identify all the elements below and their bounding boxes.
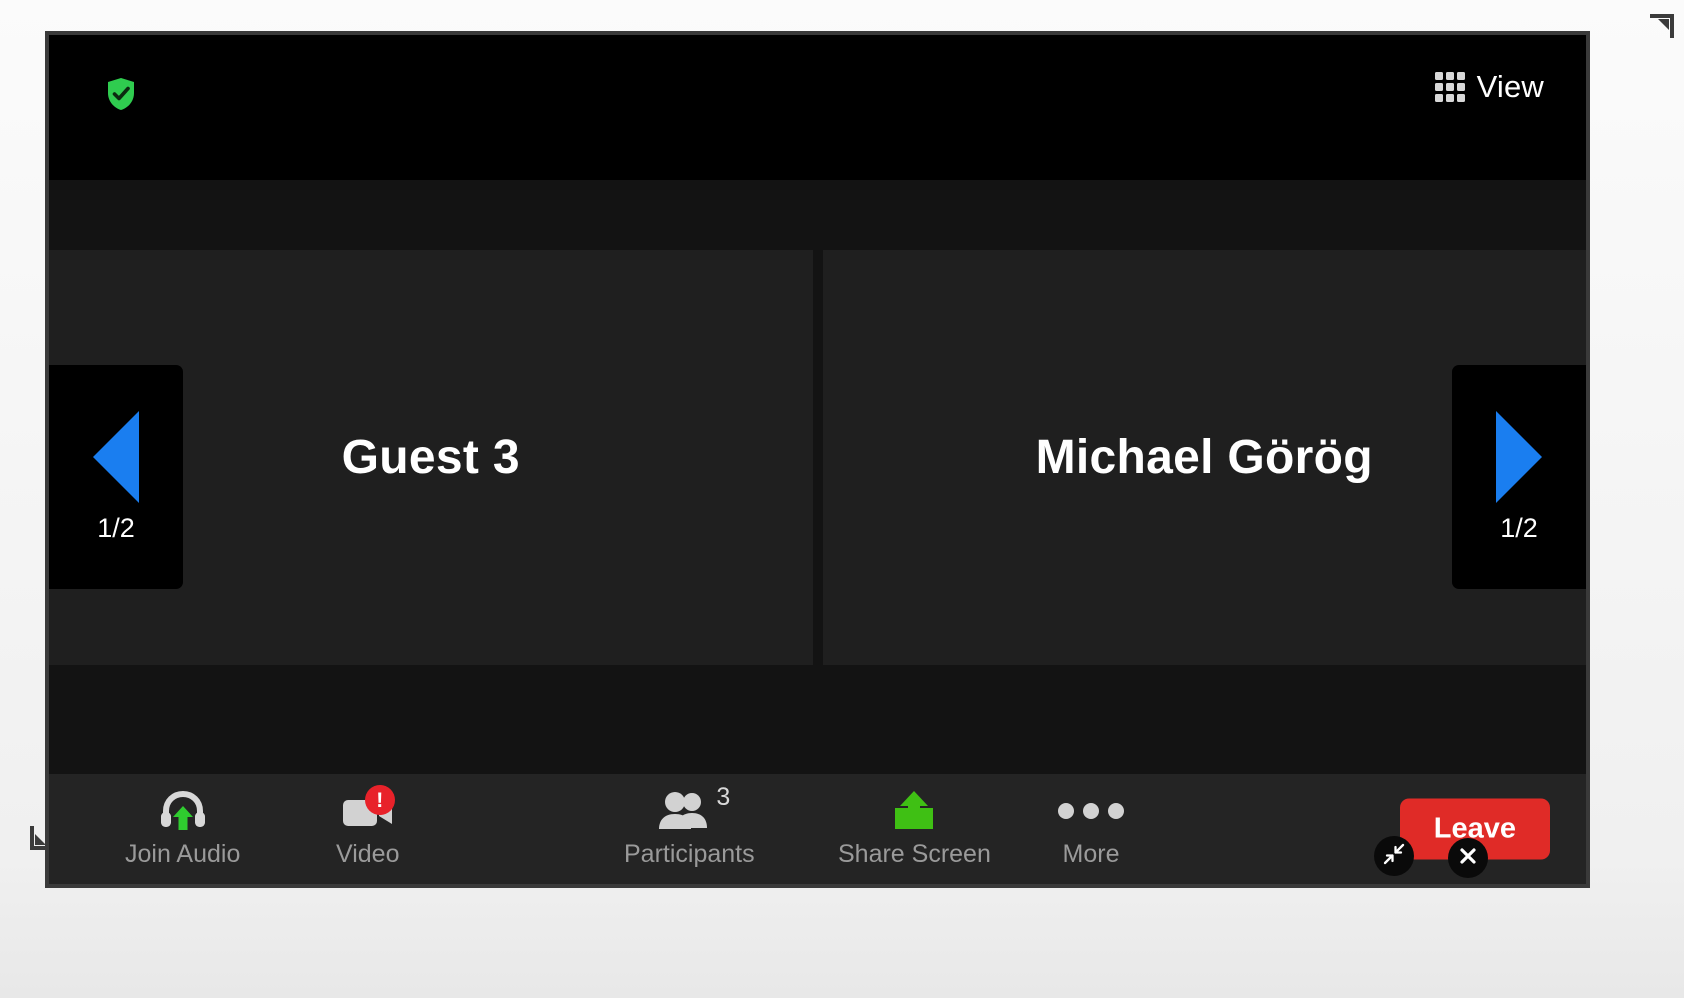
participant-tile-row: Guest 3 Michael Görög — [49, 250, 1586, 665]
headset-up-arrow-icon — [152, 789, 214, 833]
share-screen-up-arrow-icon — [883, 789, 945, 833]
participant-name: Guest 3 — [341, 431, 520, 484]
participants-button[interactable]: 3 Participants — [610, 774, 769, 884]
video-alert-badge: ! — [364, 785, 395, 815]
meeting-top-bar: View — [49, 35, 1586, 180]
grid-view-icon — [1434, 72, 1465, 102]
video-stage: Guest 3 Michael Görög 1/2 1/2 — [49, 180, 1586, 774]
desktop-background: View Guest 3 Michael Görög 1/2 1/2 Join … — [0, 0, 1684, 998]
video-label: Video — [336, 840, 400, 868]
video-button[interactable]: ! Video — [322, 774, 414, 884]
page-indicator: 1/2 — [1500, 512, 1538, 543]
minimize-window-button[interactable] — [1374, 836, 1414, 876]
participants-label: Participants — [624, 840, 755, 868]
participants-count: 3 — [716, 783, 731, 811]
collapse-arrows-icon — [1382, 842, 1406, 871]
camera-icon: ! — [337, 785, 399, 833]
more-button[interactable]: More — [1044, 774, 1138, 884]
window-resize-handle-top-right[interactable] — [1644, 14, 1674, 44]
page-indicator: 1/2 — [97, 512, 135, 543]
meeting-window: View Guest 3 Michael Görög 1/2 1/2 Join … — [45, 31, 1590, 888]
share-screen-label: Share Screen — [838, 840, 991, 868]
handle-bar-vertical — [30, 826, 34, 850]
triangle-left-icon — [93, 410, 139, 503]
next-page-button[interactable]: 1/2 — [1452, 365, 1586, 589]
handle-triangle-icon — [1658, 19, 1669, 30]
close-window-button[interactable] — [1448, 838, 1488, 878]
join-audio-button[interactable]: Join Audio — [111, 774, 254, 884]
meeting-toolbar: Join Audio ! Video 3 Participants Share … — [49, 774, 1586, 884]
more-label: More — [1062, 840, 1120, 868]
participant-name: Michael Görög — [1035, 431, 1373, 484]
people-icon: 3 — [658, 783, 730, 833]
previous-page-button[interactable]: 1/2 — [49, 365, 183, 589]
view-button-label: View — [1476, 69, 1544, 104]
view-button[interactable]: View — [1431, 63, 1548, 111]
share-screen-button[interactable]: Share Screen — [824, 774, 1005, 884]
handle-bar-vertical — [1670, 14, 1674, 38]
join-audio-label: Join Audio — [125, 840, 241, 868]
close-x-icon — [1456, 844, 1480, 873]
ellipsis-icon — [1058, 789, 1124, 833]
shield-check-icon[interactable] — [106, 77, 136, 111]
triangle-right-icon — [1496, 410, 1542, 503]
